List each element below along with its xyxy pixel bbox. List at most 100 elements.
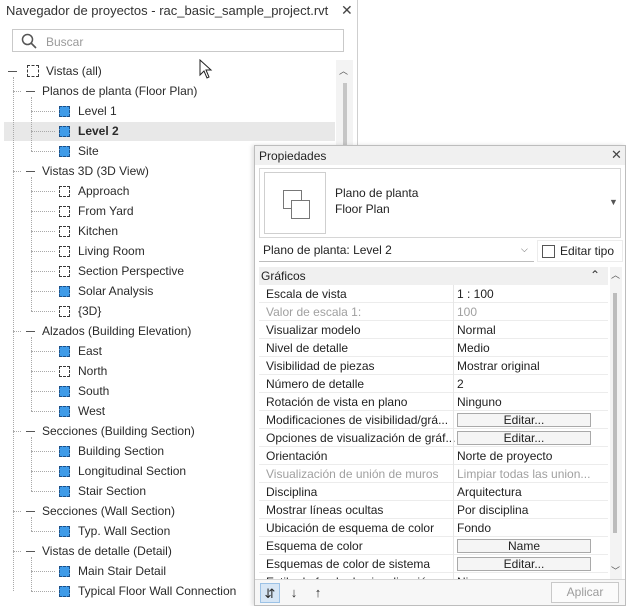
property-value[interactable]: Fondo (457, 521, 607, 535)
tree-item-label: North (78, 364, 108, 378)
tree-item-label: Building Section (78, 444, 165, 458)
property-value[interactable]: Ninguno (457, 395, 607, 409)
tree-item-label: Vistas 3D (3D View) (42, 164, 149, 178)
property-row: Rotación de vista en plano Ninguno (259, 393, 608, 411)
edit-type-button[interactable]: Editar tipo (537, 240, 623, 262)
tree-item-label: Typ. Wall Section (78, 524, 171, 538)
collapse-icon[interactable] (8, 71, 17, 72)
property-name: Esquema de color (266, 539, 363, 553)
property-name: Rotación de vista en plano (266, 395, 408, 409)
collapse-icon[interactable] (26, 91, 35, 92)
property-value[interactable]: Por disciplina (457, 503, 607, 517)
categorized-sort-icon[interactable]: ⇵ (260, 583, 280, 603)
graphics-group-header[interactable]: Gráficos ⌃ (259, 267, 608, 285)
tree-item-label: Vistas de detalle (Detail) (42, 544, 172, 558)
collapse-icon[interactable] (26, 431, 35, 432)
view-icon-filled (59, 146, 70, 157)
tree-item-label: Alzados (Building Elevation) (42, 324, 192, 338)
tree-item-label: Level 1 (78, 104, 117, 118)
property-row: Esquemas de color de sistema Editar... (259, 555, 608, 573)
property-value: 100 (457, 305, 478, 319)
view-icon-empty (59, 206, 70, 217)
tree-item-label: Solar Analysis (78, 284, 154, 298)
view-icon-filled (59, 126, 70, 137)
property-row: Modificaciones de visibilidad/grá... Edit… (259, 411, 608, 429)
collapse-icon[interactable]: ⌃ (590, 268, 600, 282)
property-row: Disciplina Arquitectura (259, 483, 608, 501)
tree-item-label: Stair Section (78, 484, 147, 498)
sort-ascending-icon[interactable]: ↓ (284, 583, 304, 603)
property-value[interactable]: 2 (457, 377, 607, 391)
properties-scroll-thumb[interactable] (613, 293, 617, 533)
property-name: Visualización de unión de muros (266, 467, 439, 481)
collapse-icon[interactable] (26, 171, 35, 172)
collapse-icon[interactable] (26, 511, 35, 512)
property-row: Visibilidad de piezas Mostrar original (259, 357, 608, 375)
tree-item-label: Site (78, 144, 99, 158)
type-family-label: Plano de planta (335, 186, 419, 200)
property-row: Nivel de detalle Medio (259, 339, 608, 357)
instance-filter-dropdown[interactable]: Plano de planta: Level 2 ⌵ (259, 240, 534, 262)
property-value[interactable]: 1 : 100 (457, 287, 607, 301)
scroll-up-icon[interactable]: ︿ (339, 64, 348, 77)
search-input[interactable]: Buscar (12, 29, 344, 52)
property-value: Limpiar todas las union... (457, 467, 591, 481)
sort-descending-icon[interactable]: ↑ (308, 583, 328, 603)
property-value[interactable]: Norte de proyecto (457, 449, 607, 463)
property-name: Opciones de visualización de gráf... (266, 431, 456, 445)
property-edit-button[interactable]: Editar... (457, 557, 591, 571)
view-icon-empty (59, 226, 70, 237)
property-row: Número de detalle 2 (259, 375, 608, 393)
property-name: Visibilidad de piezas (266, 359, 375, 373)
collapse-icon[interactable] (26, 551, 35, 552)
property-value[interactable]: Medio (457, 341, 607, 355)
property-name: Modificaciones de visibilidad/grá... (266, 413, 449, 427)
tree-item-label: Secciones (Wall Section) (42, 504, 175, 518)
property-row: Orientación Norte de proyecto (259, 447, 608, 465)
view-icon-filled (59, 566, 70, 577)
apply-button[interactable]: Aplicar (551, 582, 619, 603)
scroll-up-icon[interactable]: ︿ (611, 268, 620, 281)
view-icon-filled (59, 286, 70, 297)
property-name: Nivel de detalle (266, 341, 349, 355)
view-icon-empty (59, 246, 70, 257)
property-edit-button[interactable]: Editar... (457, 431, 591, 445)
view-icon-empty (59, 306, 70, 317)
property-value[interactable]: Arquitectura (457, 485, 607, 499)
tree-item-label: Level 2 (78, 124, 119, 138)
view-icon-filled (59, 586, 70, 597)
property-value[interactable]: Normal (457, 323, 607, 337)
scroll-down-icon[interactable]: ﹀ (611, 564, 620, 577)
property-row: Opciones de visualización de gráf... Edit… (259, 429, 608, 447)
view-icon-filled (59, 526, 70, 537)
close-icon[interactable]: ✕ (341, 2, 353, 19)
view-icon-empty (59, 366, 70, 377)
tree-item-label: From Yard (78, 204, 134, 218)
tree-item-label: South (78, 384, 110, 398)
type-selector[interactable]: Plano de planta Floor Plan ▼ (259, 168, 621, 238)
tree-item-label: Living Room (78, 244, 145, 258)
property-edit-button[interactable]: Name (457, 539, 591, 553)
property-row: Escala de vista 1 : 100 (259, 285, 608, 303)
search-placeholder: Buscar (46, 35, 84, 49)
tree-item-label: Section Perspective (78, 264, 185, 278)
tree-item-label: {3D} (78, 304, 102, 318)
search-icon (21, 33, 37, 49)
view-icon-filled (59, 386, 70, 397)
property-row: Valor de escala 1: 100 (259, 303, 608, 321)
properties-title: Propiedades (259, 149, 327, 163)
edit-type-icon (542, 245, 555, 258)
close-icon[interactable]: ✕ (611, 147, 622, 163)
chevron-down-icon[interactable]: ⌵ (521, 244, 528, 255)
property-value[interactable]: Mostrar original (457, 359, 607, 373)
property-name: Visualizar modelo (266, 323, 361, 337)
tree-item-label: West (78, 404, 106, 418)
properties-header: Propiedades ✕ (255, 146, 625, 165)
chevron-down-icon[interactable]: ▼ (609, 197, 618, 207)
property-edit-button[interactable]: Editar... (457, 413, 591, 427)
property-name: Orientación (266, 449, 328, 463)
project-browser-title: Navegador de proyectos - rac_basic_sampl… (6, 3, 329, 18)
property-name: Disciplina (266, 485, 318, 499)
collapse-icon[interactable] (26, 331, 35, 332)
view-icon-filled (59, 106, 70, 117)
